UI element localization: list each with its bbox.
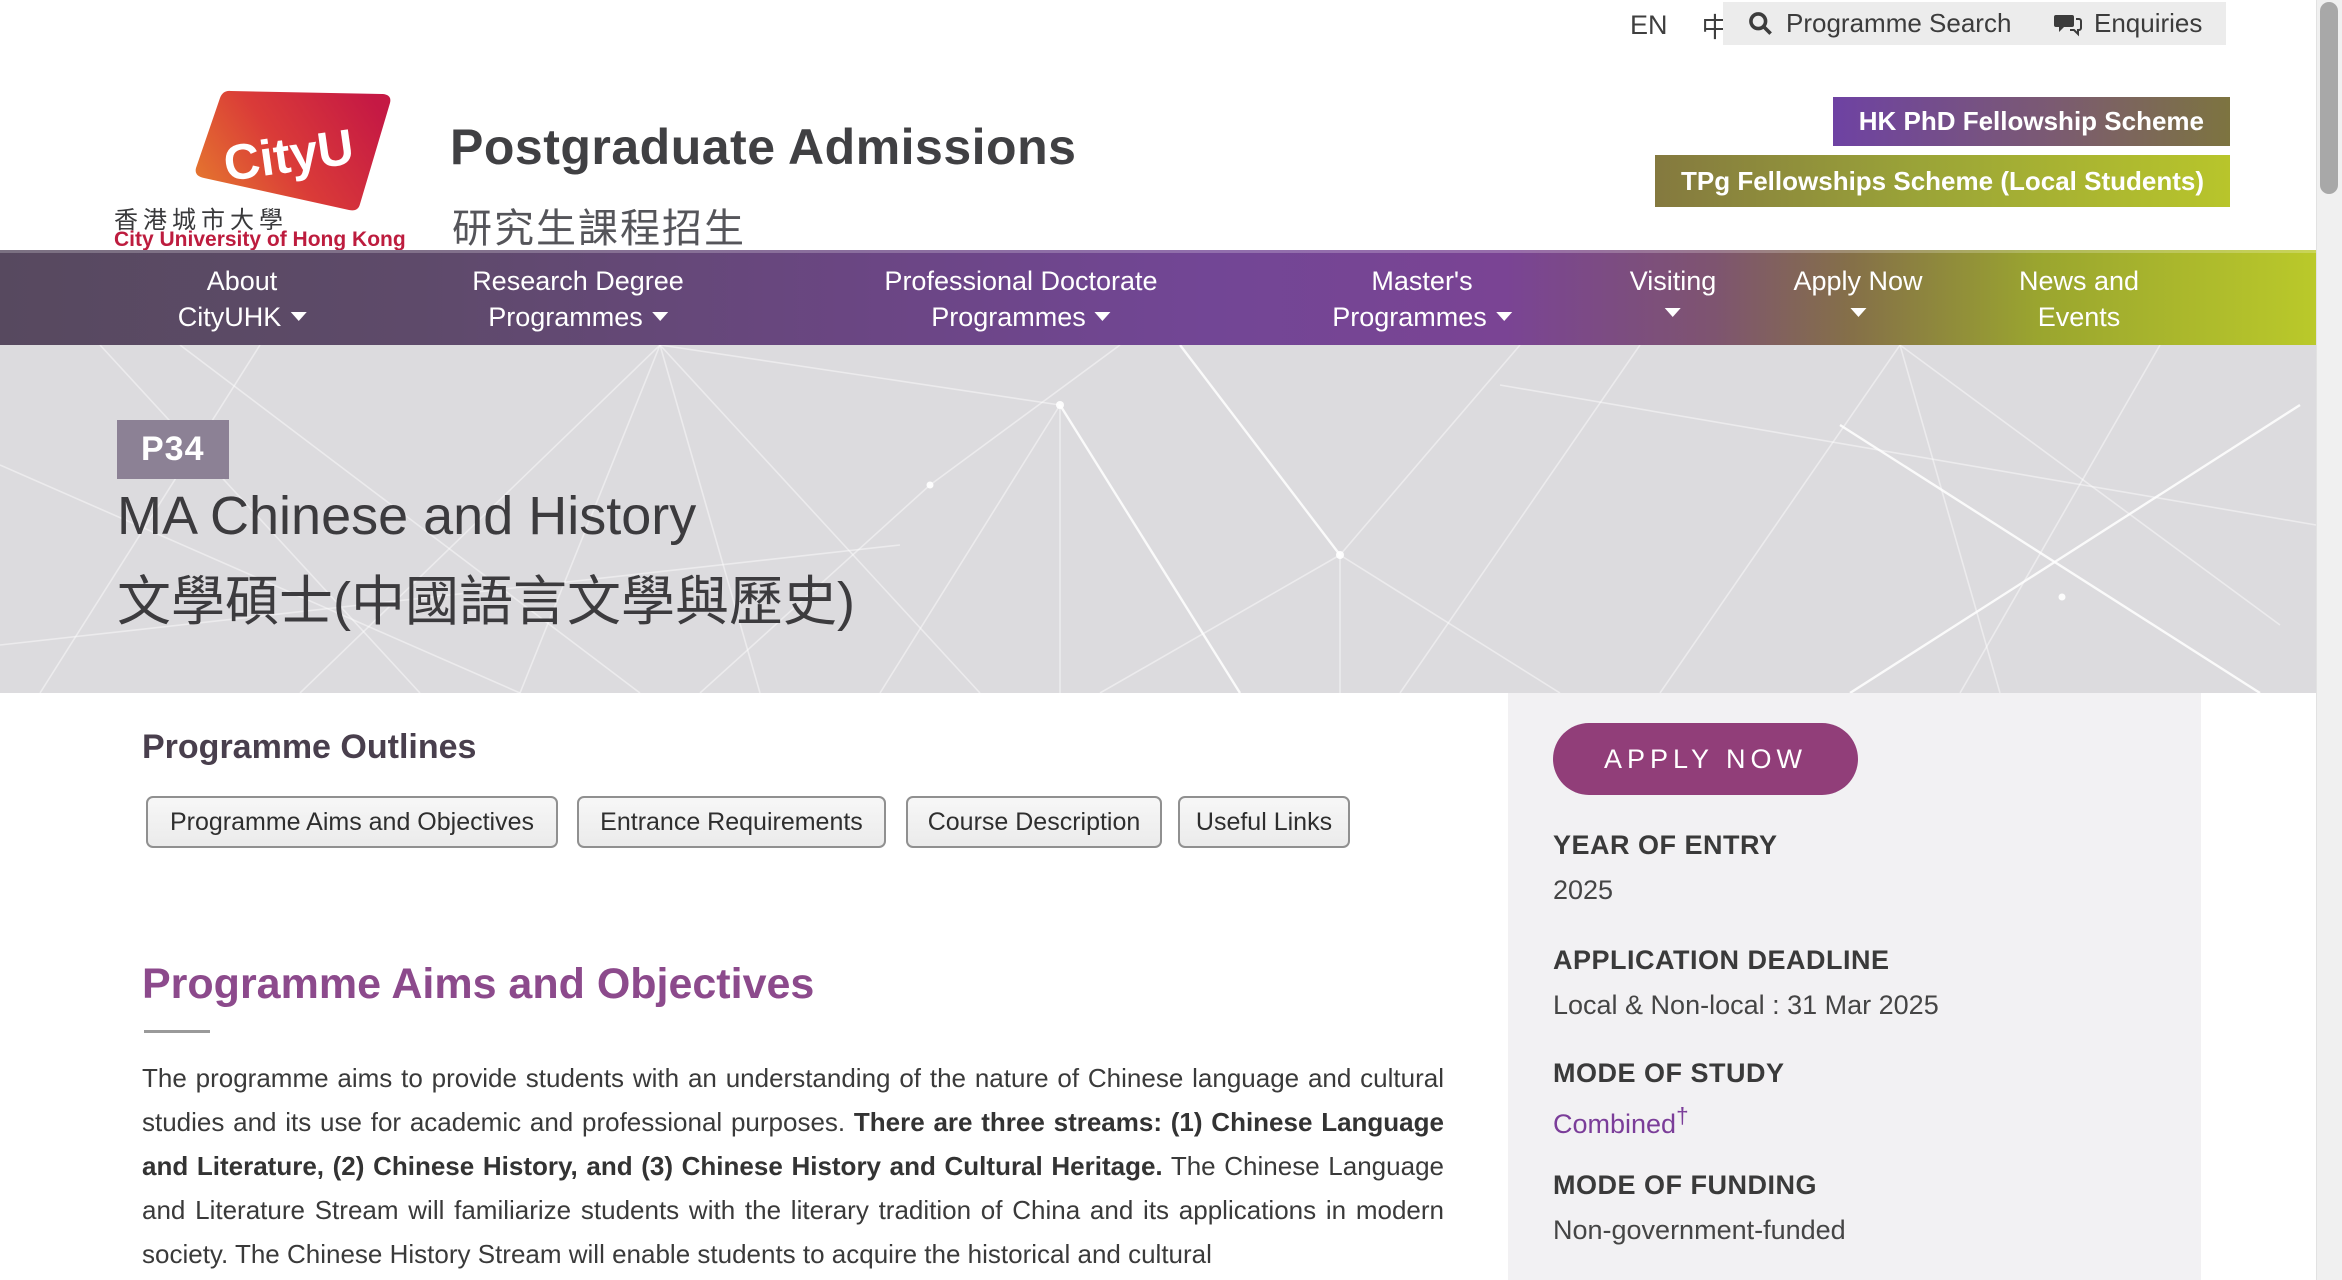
mode-of-study-field: MODE OF STUDY Combined†	[1553, 1058, 2173, 1140]
main-navigation: About CityUHK Research Degree Programmes…	[0, 250, 2316, 345]
nav-label: Programmes	[931, 302, 1086, 332]
chevron-down-icon	[290, 312, 306, 321]
enquiries-label: Enquiries	[2094, 8, 2202, 39]
nav-label: Master's	[1371, 266, 1472, 296]
nav-label: CityUHK	[178, 302, 282, 332]
section-heading: Programme Aims and Objectives	[142, 960, 814, 1009]
site-title: Postgraduate Admissions	[450, 118, 1076, 176]
tpg-fellowships-link[interactable]: TPg Fellowships Scheme (Local Students)	[1655, 155, 2230, 207]
chevron-down-icon	[1496, 312, 1512, 321]
apply-now-button[interactable]: APPLY NOW	[1553, 723, 1858, 795]
field-label: MODE OF FUNDING	[1553, 1170, 2173, 1201]
nav-label: Research Degree	[472, 266, 684, 296]
language-switcher: EN 中	[1630, 6, 1729, 45]
lang-en[interactable]: EN	[1630, 10, 1668, 41]
field-value: Non-government-funded	[1553, 1215, 2173, 1246]
nav-item-apply-now[interactable]: Apply Now	[1793, 263, 1922, 317]
field-label: YEAR OF ENTRY	[1553, 830, 2173, 861]
logo-org-name-en: City University of Hong Kong	[114, 228, 406, 252]
nav-label: Professional Doctorate	[884, 266, 1157, 296]
nav-item-professional-doctorate-programmes[interactable]: Professional Doctorate Programmes	[884, 263, 1157, 335]
field-label: MODE OF STUDY	[1553, 1058, 2173, 1089]
nav-label: Events	[2038, 302, 2121, 332]
programme-search-button[interactable]: Programme Search	[1723, 2, 2035, 45]
enquiries-button[interactable]: Enquiries	[2030, 2, 2226, 45]
year-of-entry-field: YEAR OF ENTRY 2025	[1553, 830, 2173, 906]
scrollbar-thumb[interactable]	[2320, 2, 2338, 194]
nav-item-masters-programmes[interactable]: Master's Programmes	[1332, 263, 1512, 335]
tab-course-description[interactable]: Course Description	[906, 796, 1162, 848]
programme-code-badge: P34	[117, 420, 229, 479]
programme-description-paragraph: The programme aims to provide students w…	[142, 1056, 1444, 1276]
page: EN 中 Programme Search Enquiries	[0, 0, 2342, 1280]
tab-entrance-requirements[interactable]: Entrance Requirements	[577, 796, 886, 848]
nav-item-news-and-events[interactable]: News and Events	[2019, 263, 2139, 335]
programme-outlines-heading: Programme Outlines	[142, 728, 476, 767]
nav-label: News and	[2019, 266, 2139, 296]
chevron-down-icon	[1095, 312, 1111, 321]
application-deadline-field: APPLICATION DEADLINE Local & Non-local :…	[1553, 945, 2173, 1021]
mode-of-funding-field: MODE OF FUNDING Non-government-funded	[1553, 1170, 2173, 1246]
section-divider	[144, 1030, 210, 1033]
programme-title: MA Chinese and History	[117, 485, 696, 547]
site-title-zh: 研究生課程招生	[452, 196, 746, 254]
tab-useful-links[interactable]: Useful Links	[1178, 796, 1350, 848]
nav-label: About	[207, 266, 278, 296]
programme-search-label: Programme Search	[1786, 8, 2011, 39]
nav-item-about-cityuhk[interactable]: About CityUHK	[178, 263, 307, 335]
programme-title-zh: 文學碩士(中國語言文學與歷史)	[117, 557, 855, 636]
field-value: Local & Non-local : 31 Mar 2025	[1553, 990, 2173, 1021]
chat-icon	[2054, 11, 2082, 37]
tab-programme-aims-and-objectives[interactable]: Programme Aims and Objectives	[146, 796, 558, 848]
search-icon	[1747, 10, 1774, 37]
nav-item-visiting[interactable]: Visiting	[1630, 263, 1717, 317]
mode-of-study-link[interactable]: Combined	[1553, 1109, 1676, 1139]
hero-banner: P34 MA Chinese and History 文學碩士(中國語言文學與歷…	[0, 345, 2316, 693]
nav-item-research-degree-programmes[interactable]: Research Degree Programmes	[472, 263, 684, 335]
field-label: APPLICATION DEADLINE	[1553, 945, 2173, 976]
chevron-down-icon	[1665, 308, 1681, 317]
dagger-footnote-mark: †	[1676, 1103, 1689, 1128]
field-value: 2025	[1553, 875, 2173, 906]
nav-label: Programmes	[488, 302, 643, 332]
nav-label: Programmes	[1332, 302, 1487, 332]
chevron-down-icon	[1850, 308, 1866, 317]
hk-phd-fellowship-link[interactable]: HK PhD Fellowship Scheme	[1833, 97, 2230, 146]
nav-label: Visiting	[1630, 266, 1717, 296]
nav-label: Apply Now	[1793, 266, 1922, 296]
chevron-down-icon	[652, 312, 668, 321]
